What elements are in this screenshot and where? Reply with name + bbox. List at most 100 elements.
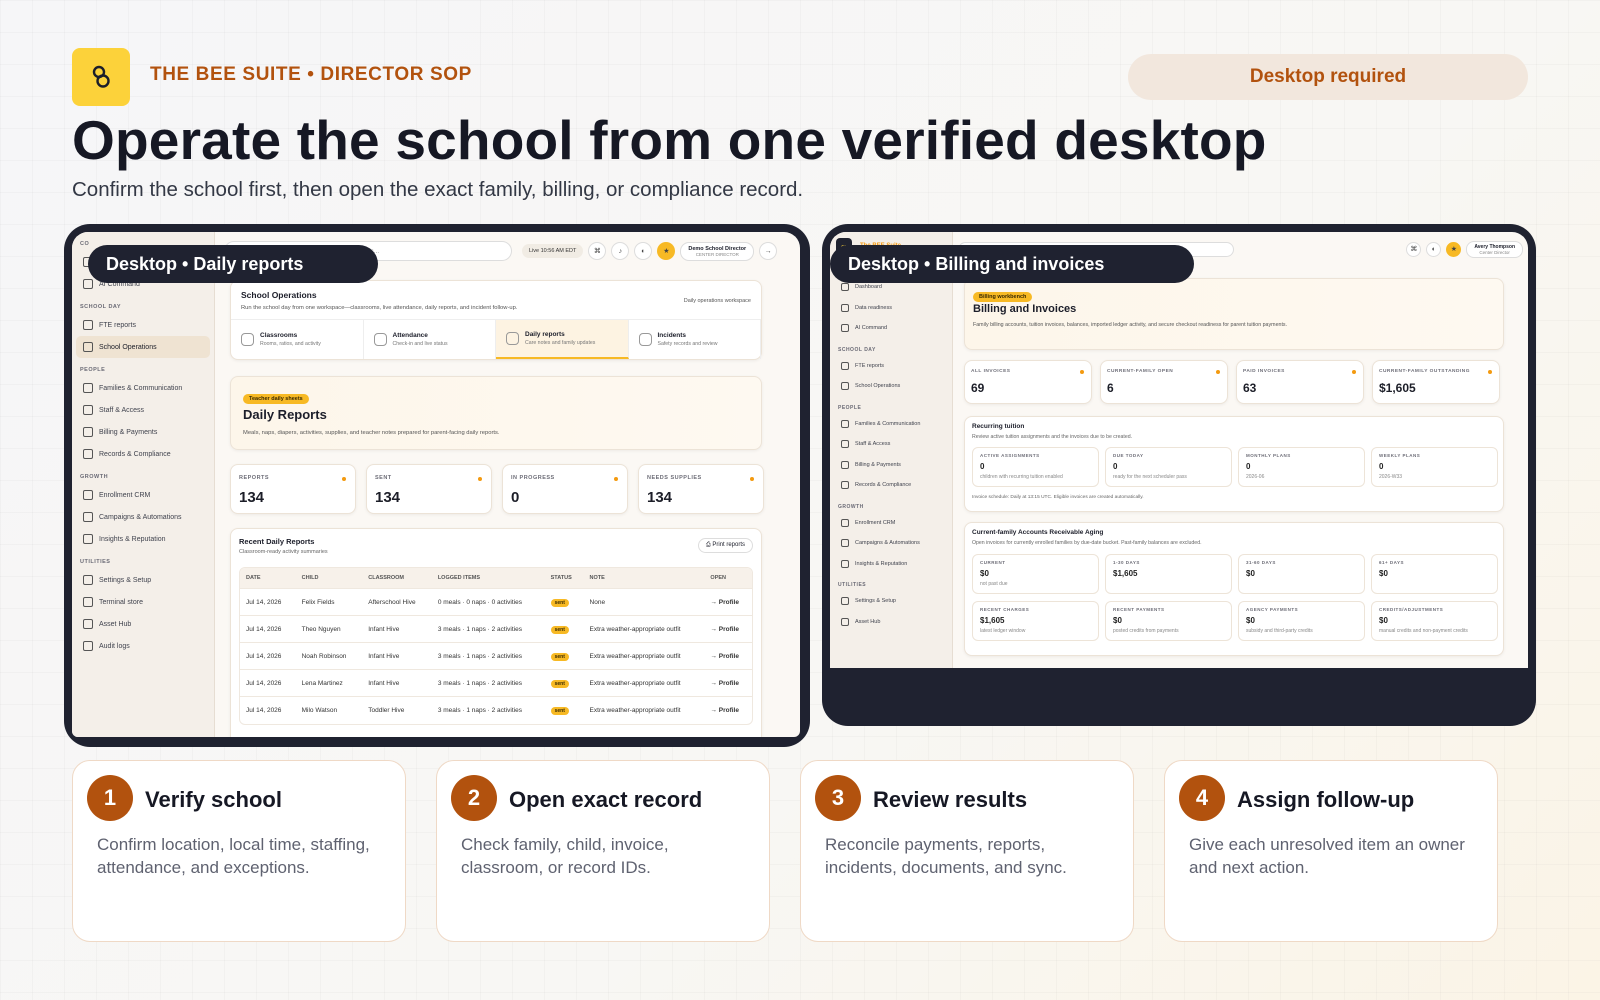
- sidebar-item-billing-and-payments[interactable]: Billing & Payments: [76, 421, 210, 443]
- sidebar-fte-reports-icon: [841, 361, 849, 370]
- sidebar-item-records-and-compliance[interactable]: Records & Compliance: [834, 475, 948, 496]
- sidebar-item-settings-and-setup[interactable]: Settings & Setup: [834, 591, 948, 612]
- table-row[interactable]: Jul 14, 2026 Lena Martinez Infant Hive 3 me…: [240, 669, 752, 697]
- sidebar-enrollment-crm-icon: [83, 490, 93, 500]
- billing-hero: Billing workbench Billing and Invoices F…: [964, 278, 1504, 350]
- sidebar-item-label: Audit logs: [99, 642, 130, 650]
- sidebar-audit-logs-icon: [83, 641, 93, 651]
- sidebar-item-enrollment-crm[interactable]: Enrollment CRM: [76, 484, 210, 506]
- metric-card-active-assignments: ACTIVE ASSIGNMENTS 0 children with recurri…: [972, 447, 1099, 487]
- table-row[interactable]: Jul 14, 2026 Felix Fields Afterschool Hive…: [240, 588, 752, 616]
- sidebar-item-staff-and-access[interactable]: Staff & Access: [76, 399, 210, 421]
- sidebar-asset-hub-icon: [841, 617, 849, 626]
- sidebar-insights-and-reputation-icon: [83, 534, 93, 544]
- sidebar-item-insights-and-reputation[interactable]: Insights & Reputation: [834, 554, 948, 575]
- tab-daily-reports[interactable]: Daily reports Care notes and family updat…: [496, 320, 629, 359]
- sidebar-item-ai-command[interactable]: AI Command: [834, 318, 948, 339]
- step-title: Assign follow-up: [1237, 787, 1415, 812]
- metric-desc: not past due: [980, 581, 1008, 587]
- metric-value: 0: [1113, 462, 1118, 471]
- metric-value: $0: [1113, 616, 1122, 625]
- table-row[interactable]: Jul 14, 2026 Milo Watson Toddler Hive 3 mea…: [240, 696, 752, 724]
- user-menu[interactable]: Avery Thompson Center Director: [1466, 240, 1523, 258]
- command-icon[interactable]: ⌘: [588, 242, 607, 260]
- metric-label: ACTIVE ASSIGNMENTS: [980, 453, 1040, 458]
- billing-stat-current-family-open: CURRENT-FAMILY OPEN 6: [1100, 360, 1228, 404]
- open-profile-link[interactable]: → Profile: [704, 642, 752, 670]
- bee-avatar-icon[interactable]: ★: [1446, 241, 1462, 257]
- tab-attendance[interactable]: Attendance Check-in and live status: [364, 320, 496, 359]
- recurring-tuition-card: Recurring tuition Review active tuition …: [964, 416, 1504, 512]
- stat-indicator: [342, 477, 346, 481]
- sidebar-item-billing-and-payments[interactable]: Billing & Payments: [834, 455, 948, 476]
- sidebar-item-label: Terminal store: [99, 598, 143, 606]
- tab-classrooms[interactable]: Classrooms Rooms, ratios, and activity: [231, 320, 364, 359]
- teacher-sheets-chip: Teacher daily sheets: [243, 394, 309, 404]
- sidebar-item-settings-and-setup[interactable]: Settings & Setup: [76, 569, 210, 591]
- bell-icon[interactable]: ♪: [611, 242, 630, 260]
- stat-value: 63: [1243, 381, 1257, 395]
- stat-value: 134: [375, 489, 401, 506]
- stat-label: PAID INVOICES: [1243, 369, 1285, 374]
- sidebar-item-terminal-store[interactable]: Terminal store: [76, 591, 210, 613]
- sidebar-item-campaigns-and-automations[interactable]: Campaigns & Automations: [834, 533, 948, 554]
- sidebar-item-label: Enrollment CRM: [99, 491, 151, 499]
- sidebar-item-school-operations[interactable]: School Operations: [76, 336, 210, 358]
- command-icon[interactable]: ⌘: [1406, 241, 1422, 257]
- sidebar-item-fte-reports[interactable]: FTE reports: [76, 314, 210, 336]
- sidebar-insights-and-reputation-icon: [841, 559, 849, 568]
- table-row[interactable]: Jul 14, 2026 Noah Robinson Infant Hive 3 me…: [240, 642, 752, 670]
- billing-stat-current-family-outstanding: CURRENT-FAMILY OUTSTANDING $1,605: [1372, 360, 1500, 404]
- table-cell-classroom: Afterschool Hive: [362, 588, 432, 616]
- tab-incidents[interactable]: Incidents Safety records and review: [629, 320, 761, 359]
- print-reports-button[interactable]: ⎙ Print reports: [697, 538, 753, 553]
- table-cell-logged-items: 3 meals · 1 naps · 2 activities: [431, 669, 545, 697]
- sidebar-item-asset-hub[interactable]: Asset Hub: [834, 612, 948, 633]
- sidebar-item-families-and-communication[interactable]: Families & Communication: [76, 377, 210, 399]
- table-row[interactable]: Jul 14, 2026 Theo Nguyen Infant Hive 3 meal…: [240, 615, 752, 643]
- bee-avatar-icon[interactable]: ★: [657, 242, 676, 260]
- status-badge: sent: [550, 706, 569, 715]
- sidebar-item-label: FTE reports: [99, 321, 136, 329]
- metric-value: 0: [980, 462, 985, 471]
- sidebar-section-title: GROWTH: [838, 503, 864, 510]
- step-card-4: 4 Assign follow-up Give each unresolved it…: [1164, 760, 1498, 942]
- sidebar-item-school-operations[interactable]: School Operations: [834, 376, 948, 397]
- open-profile-link[interactable]: → Profile: [704, 696, 752, 724]
- tab-attendance-icon: [373, 333, 387, 346]
- stat-indicator: [1352, 370, 1356, 374]
- sidebar-asset-hub-icon: [83, 619, 93, 629]
- user-menu[interactable]: Demo School Director CENTER DIRECTOR: [680, 241, 755, 261]
- reports-table-wrap: DATE CHILD CLASSROOM LOGGED ITEMS STATUS NOTE…: [239, 567, 753, 725]
- sidebar-item-insights-and-reputation[interactable]: Insights & Reputation: [76, 528, 210, 550]
- step-text: Give each unresolved item an owner and n…: [1189, 835, 1465, 877]
- sidebar-item-audit-logs[interactable]: Audit logs: [76, 635, 210, 657]
- open-profile-link[interactable]: → Profile: [704, 588, 752, 616]
- metric-value: $0: [1246, 616, 1255, 625]
- metric-card-31-60-days: 31-60 DAYS $0: [1238, 554, 1365, 594]
- sidebar-item-fte-reports[interactable]: FTE reports: [834, 356, 948, 377]
- tab-title: Classrooms: [260, 332, 298, 339]
- open-profile-link[interactable]: → Profile: [704, 615, 752, 643]
- moon-icon[interactable]: ◐: [1426, 241, 1442, 257]
- sidebar-item-label: Records & Compliance: [99, 450, 171, 458]
- sidebar-section-title: UTILITIES: [80, 559, 111, 565]
- tab-text: Attendance Check-in and live status: [393, 332, 448, 347]
- aging-desc: Open invoices for currently enrolled fam…: [972, 540, 1202, 546]
- sidebar-item-records-and-compliance[interactable]: Records & Compliance: [76, 443, 210, 465]
- metric-label: RECENT PAYMENTS: [1113, 607, 1165, 612]
- sidebar-item-families-and-communication[interactable]: Families & Communication: [834, 414, 948, 435]
- sidebar-item-asset-hub[interactable]: Asset Hub: [76, 613, 210, 635]
- logout-icon[interactable]: →: [759, 242, 778, 260]
- moon-icon[interactable]: ◐: [634, 242, 653, 260]
- user-name: Demo School Director: [688, 245, 747, 252]
- sidebar-item-staff-and-access[interactable]: Staff & Access: [834, 434, 948, 455]
- metric-value: $1,605: [1113, 569, 1138, 578]
- stat-label: CURRENT-FAMILY OPEN: [1107, 369, 1174, 374]
- sidebar-item-enrollment-crm[interactable]: Enrollment CRM: [834, 513, 948, 534]
- sidebar-item-data-readiness[interactable]: Data readiness: [834, 298, 948, 319]
- stat-indicator: [478, 477, 482, 481]
- step-title: Verify school: [145, 787, 282, 812]
- sidebar-item-campaigns-and-automations[interactable]: Campaigns & Automations: [76, 506, 210, 528]
- open-profile-link[interactable]: → Profile: [704, 669, 752, 697]
